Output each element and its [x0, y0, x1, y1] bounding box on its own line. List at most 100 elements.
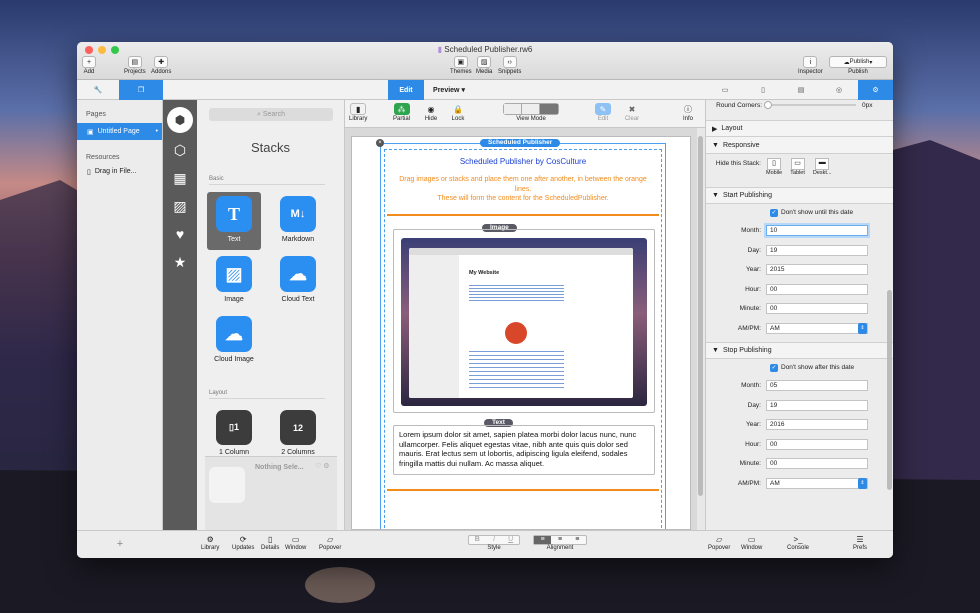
- stop-minute-input[interactable]: 00: [766, 458, 868, 470]
- media-button[interactable]: ▨ Media: [476, 56, 492, 75]
- lock-button[interactable]: 🔒 Lock: [450, 103, 466, 123]
- stop-hour-input[interactable]: 00: [766, 438, 868, 450]
- start-day-input[interactable]: 19: [766, 244, 868, 256]
- stop-publishing-header[interactable]: ▼ Stop Publishing: [706, 342, 893, 359]
- hide-button[interactable]: ◉ Hide: [423, 103, 439, 123]
- bottom-popover-button[interactable]: ▱ Popover: [319, 535, 341, 551]
- inspector-style-tab[interactable]: ▤: [782, 80, 820, 100]
- stop-month-row: Month: 05: [706, 376, 893, 396]
- category-groups[interactable]: ⬡: [163, 136, 197, 164]
- bottom-library-button[interactable]: ⚙ Library: [201, 535, 219, 551]
- page-item[interactable]: ▣ Untitled Page •: [77, 123, 162, 140]
- style-controls: B I U Style: [468, 535, 520, 551]
- inspector-page-tab[interactable]: ▭: [706, 80, 744, 100]
- console-button[interactable]: >_ Console: [787, 535, 809, 551]
- stop-day-input[interactable]: 19: [766, 399, 868, 411]
- stack-text[interactable]: T Text: [207, 192, 261, 250]
- stop-year-input[interactable]: 2016: [766, 419, 868, 431]
- underline-button[interactable]: U: [502, 536, 519, 544]
- tools-tab[interactable]: 🔧: [77, 80, 119, 100]
- stack-2-columns[interactable]: 12 2 Columns: [271, 406, 325, 456]
- slider-knob[interactable]: [764, 101, 772, 109]
- start-month-input[interactable]: 10: [766, 225, 868, 237]
- canvas-scroll-thumb[interactable]: [698, 136, 703, 496]
- start-hour-input[interactable]: 00: [766, 283, 868, 295]
- add-page-button[interactable]: +: [77, 538, 163, 550]
- image-stack[interactable]: My Website: [393, 229, 655, 413]
- bottom-window-button[interactable]: ▭ Window: [285, 535, 306, 551]
- start-ampm-select[interactable]: AM ⇕: [766, 322, 868, 334]
- category-featured[interactable]: ★: [163, 248, 197, 276]
- layout-section-header[interactable]: ▶ Layout: [706, 120, 893, 137]
- remove-stack-icon[interactable]: ×: [376, 139, 384, 147]
- start-publishing-header[interactable]: ▼ Start Publishing: [706, 187, 893, 204]
- resources-drop[interactable]: ▯ Drag in File...: [77, 161, 162, 176]
- stop-ampm-select[interactable]: AM ⇕: [766, 477, 868, 489]
- stop-month-input[interactable]: 05: [766, 380, 868, 392]
- hide-tablet-toggle[interactable]: ▭ Tablet: [790, 158, 805, 176]
- info-button[interactable]: ⓘ Info: [680, 103, 696, 123]
- bottom-details-button[interactable]: ▯ Details: [261, 535, 279, 551]
- canvas-scrollbar[interactable]: [697, 128, 705, 530]
- addons-button[interactable]: ✚ Addons: [151, 56, 171, 75]
- start-year-row: Year: 2015: [706, 260, 893, 280]
- align-center-button[interactable]: ≡: [551, 536, 568, 544]
- page-canvas: × Scheduled Publisher Scheduled Publishe…: [351, 136, 691, 530]
- library-button[interactable]: ▮ Library: [349, 103, 367, 122]
- prefs-button[interactable]: ☰ Prefs: [853, 535, 867, 551]
- start-year-input[interactable]: 2015: [766, 264, 868, 276]
- view-mode-2[interactable]: [522, 104, 540, 114]
- publish-button[interactable]: ☁ Publish ▾ Publish: [829, 56, 887, 75]
- align-left-button[interactable]: ≡: [534, 536, 552, 544]
- stack-1-column[interactable]: ▯1 1 Column: [207, 406, 261, 456]
- stack-cloud-text[interactable]: ☁ Cloud Text: [271, 252, 325, 310]
- inspector-scrollbar[interactable]: [887, 290, 892, 490]
- inspector-media-tab[interactable]: ◎: [820, 80, 858, 100]
- align-right-button[interactable]: ≡: [569, 536, 586, 544]
- inspector-layout-tab[interactable]: ▯: [744, 80, 782, 100]
- view-mode-control[interactable]: View Mode: [503, 103, 559, 122]
- category-media[interactable]: ▨: [163, 192, 197, 220]
- hide-mobile-toggle[interactable]: ▯ Mobile: [766, 158, 782, 176]
- bold-button[interactable]: B: [469, 536, 486, 544]
- add-button[interactable]: + Add: [82, 56, 96, 75]
- projects-button[interactable]: ▤ Projects: [124, 56, 146, 75]
- responsive-section-header[interactable]: ▼ Responsive: [706, 137, 893, 154]
- inspector-stacks-tab[interactable]: ⚙: [858, 80, 893, 100]
- text-stack[interactable]: Lorem ipsum dolor sit amet, sapien plate…: [393, 425, 655, 475]
- themes-icon: ▣: [453, 56, 468, 68]
- round-corners-slider[interactable]: [764, 101, 856, 109]
- stop-checkbox-row[interactable]: ✓ Don't show after this date: [706, 359, 893, 376]
- stack-cloud-image[interactable]: ☁ Cloud Image: [207, 312, 261, 370]
- themes-button[interactable]: ▣ Themes: [450, 56, 472, 75]
- stack-markdown[interactable]: M↓ Markdown: [271, 192, 325, 250]
- publish-menu[interactable]: ☁ Publish ▾: [829, 56, 887, 68]
- start-checkbox-row[interactable]: ✓ Don't show until this date: [706, 204, 893, 221]
- bottom-window2-button[interactable]: ▭ Window: [741, 535, 762, 551]
- bottom-popover2-button[interactable]: ▱ Popover: [708, 535, 730, 551]
- partial-button[interactable]: ⁂ Partial: [393, 103, 410, 122]
- bottom-updates-button[interactable]: ⟳ Updates: [232, 535, 254, 551]
- view-mode-3[interactable]: [540, 104, 558, 114]
- canvas-toolbar: ▮ Library ⁂ Partial ◉ Hide 🔒 Lock View Mode …: [345, 100, 705, 128]
- category-favorites[interactable]: ♥: [163, 220, 197, 248]
- edit-mode-tab[interactable]: Edit: [388, 80, 424, 100]
- view-mode-1[interactable]: [504, 104, 522, 114]
- lorem-text[interactable]: Lorem ipsum dolor sit amet, sapien plate…: [399, 430, 649, 468]
- edit-stack-button[interactable]: ✎ Edit: [595, 103, 611, 122]
- clear-button[interactable]: ✖ Clear: [624, 103, 640, 123]
- stacks-search-input[interactable]: ⌕ Search: [209, 108, 333, 121]
- category-all[interactable]: ⬢: [163, 104, 197, 136]
- snippets-button[interactable]: ‹› Snippets: [498, 56, 521, 75]
- window-icon: ▭: [291, 535, 300, 544]
- italic-button[interactable]: I: [486, 536, 503, 544]
- lock-icon: 🔒: [453, 104, 463, 114]
- category-layout[interactable]: ▦: [163, 164, 197, 192]
- start-minute-input[interactable]: 00: [766, 303, 868, 315]
- pages-tab[interactable]: ❐: [119, 80, 163, 100]
- favorite-heart-icon[interactable]: ♡ ⚙: [315, 462, 330, 470]
- inspector-button[interactable]: i Inspector: [798, 56, 823, 75]
- hide-desktop-toggle[interactable]: ▬ Deskt...: [813, 158, 832, 176]
- preview-mode-tab[interactable]: Preview ▾: [424, 80, 474, 100]
- stack-image[interactable]: ▨ Image: [207, 252, 261, 310]
